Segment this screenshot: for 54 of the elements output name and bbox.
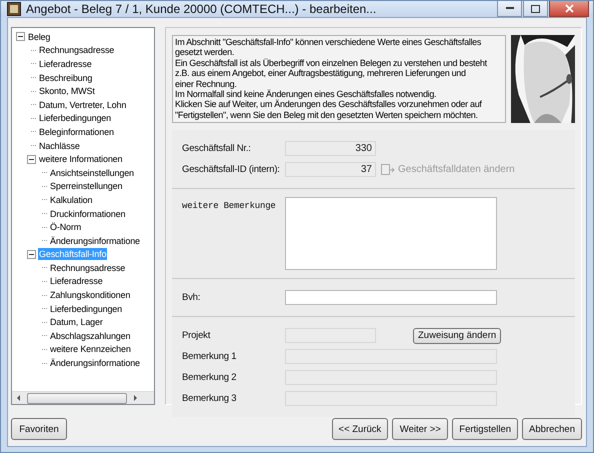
tree-item[interactable]: Beschreibung — [38, 72, 94, 84]
remarks-field[interactable] — [285, 197, 497, 270]
tree-item[interactable]: Nachlässe — [38, 140, 81, 152]
wizard-button[interactable]: Fertigstellen — [452, 418, 518, 440]
collapse-icon[interactable] — [27, 250, 36, 259]
tree-item[interactable]: Änderungsinformatione — [49, 357, 141, 370]
maximize-button[interactable] — [523, 1, 548, 17]
minimize-icon — [506, 7, 514, 10]
tree-item[interactable]: Kalkulation — [49, 194, 94, 206]
field-label: Projekt — [182, 330, 212, 341]
collapse-icon[interactable] — [27, 154, 36, 164]
tree-item[interactable]: Ansichtseinstellungen — [49, 166, 135, 179]
field-label: Bemerkung 3 — [182, 393, 238, 404]
tree-item[interactable]: weitere Kennzeichen — [49, 343, 132, 356]
collapse-icon[interactable] — [16, 32, 25, 42]
tree-item[interactable]: Sperreinstellungen — [49, 180, 124, 192]
window-title: Angebot - Beleg 7 / 1, Kunde 20000 (COMTECH...) - bearbeiten... — [26, 2, 378, 16]
tree-item[interactable]: Datum, Vertreter, Lohn — [38, 98, 128, 111]
info-text: Im Abschnitt "Geschäftsfall-Info" können verschiedene Werte eines Geschäftsfalles gesetzt werden. Ein Geschäftsfall ist als Überbegriff von einzelnen Belegen zu verstehen und besteht z.B. aus einem Angebot, einer Auftragsbestätigung, mehreren Lieferungen und einer Rechnung. Im Normalfall sind keine Änderungen eines Geschäftsfalles notwendig. Klicken Sie auf Weiter, um Änderungen des Geschäftsfalles vorzunehmen oder auf "Fertigstellen", wenn Sie den Beleg mit den gesetzten Werten speichern möchten. — [172, 35, 506, 123]
favorites-button[interactable]: Favoriten — [11, 418, 67, 440]
wizard-button[interactable]: Weiter >> — [392, 418, 448, 440]
horizontal-scrollbar[interactable] — [12, 391, 154, 404]
tree-item[interactable]: Lieferbedingungen — [49, 302, 124, 315]
close-button[interactable] — [549, 1, 589, 17]
tree-item[interactable]: Rechnungsadresse — [38, 44, 116, 56]
wizard-button[interactable]: Abbrechen — [522, 418, 582, 440]
tree-item[interactable]: Ö-Norm — [49, 221, 82, 234]
field-label: Bemerkung 1 — [182, 351, 238, 362]
tree-item[interactable]: Abschlagszahlungen — [49, 330, 132, 342]
field-label: weitere Bemerkunge — [182, 201, 277, 211]
field-label: Bvh: — [182, 292, 202, 303]
tree-item[interactable]: Datum, Lager — [49, 316, 104, 328]
field-label: Bemerkung 2 — [182, 372, 238, 383]
minimize-button[interactable] — [497, 1, 522, 17]
tree-item[interactable]: Beleginformationen — [38, 126, 115, 138]
edit-icon — [381, 164, 395, 176]
tree-item[interactable]: Änderungsinformatione — [49, 234, 141, 247]
field-label: Geschäftsfall Nr.: — [182, 143, 252, 154]
tree-item[interactable]: Lieferadresse — [49, 275, 104, 288]
wizard-button[interactable]: << Zurück — [332, 418, 388, 440]
bvh-field[interactable] — [285, 290, 497, 305]
app-icon — [7, 2, 21, 16]
maximize-icon — [531, 4, 540, 12]
tree-item[interactable]: weitere Informationen — [38, 153, 124, 166]
tree-item[interactable]: Lieferbedingungen — [38, 112, 112, 124]
tree-item[interactable]: Rechnungsadresse — [49, 262, 126, 274]
tree-item[interactable]: Druckinformationen — [49, 208, 126, 220]
close-icon — [564, 4, 574, 13]
tree-item[interactable]: Beleg — [27, 30, 52, 43]
scroll-thumb[interactable] — [27, 392, 127, 404]
field-label: Geschäftsfall-ID (intern): — [182, 164, 281, 175]
tree-item[interactable]: Skonto, MWSt — [38, 85, 96, 98]
tree-item[interactable]: Lieferadresse — [38, 58, 93, 70]
tree-item[interactable]: Zahlungskonditionen — [49, 289, 132, 302]
